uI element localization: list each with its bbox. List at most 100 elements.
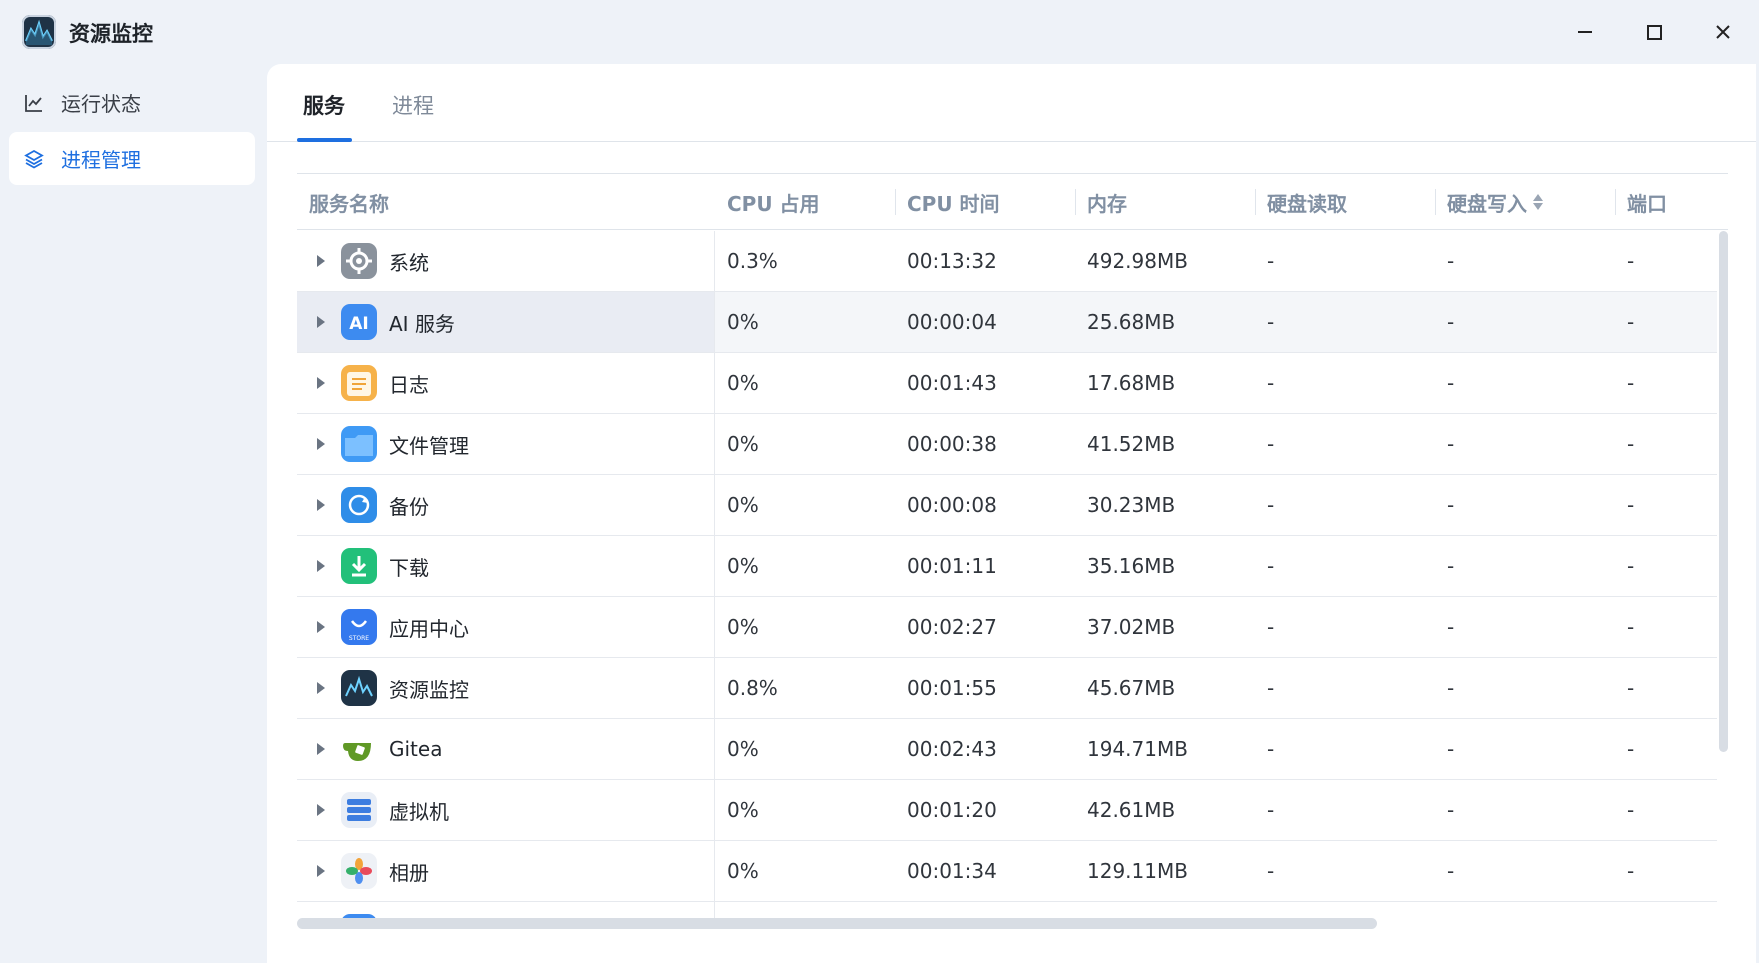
- cpu-time-cell: 00:01:55: [907, 676, 997, 700]
- expand-arrow-icon[interactable]: [317, 499, 325, 511]
- cpu-time-cell: 00:01:11: [907, 554, 997, 578]
- horizontal-scrollbar[interactable]: [297, 918, 1377, 929]
- disk-read-cell: -: [1267, 493, 1275, 517]
- service-name: 系统: [389, 250, 429, 275]
- cpu-time-cell: 00:02:27: [907, 615, 997, 639]
- service-name: Gitea: [389, 737, 443, 761]
- table-row[interactable]: Gitea 0% 00:02:43 194.71MB - - -: [297, 719, 1717, 780]
- expand-arrow-icon[interactable]: [317, 804, 325, 816]
- expand-arrow-icon[interactable]: [317, 316, 325, 328]
- column-separator: [1435, 189, 1436, 215]
- cpu-usage-cell: 0%: [727, 798, 759, 822]
- expand-arrow-icon[interactable]: [317, 743, 325, 755]
- memory-cell: 17.68MB: [1087, 371, 1176, 395]
- service-name-cell: [297, 902, 715, 918]
- column-header-cpu-usage[interactable]: CPU 占用: [715, 174, 895, 230]
- log-icon: [341, 365, 377, 401]
- table-header: 服务名称 CPU 占用 CPU 时间 内存 硬盘读取 硬盘写入 端口: [297, 174, 1728, 230]
- close-icon: [1716, 25, 1730, 39]
- column-header-disk-write[interactable]: 硬盘写入: [1435, 174, 1615, 230]
- main-panel: 服务 进程 服务名称 CPU 占用 CPU 时间 内存 硬盘读取 硬盘写入 端口…: [267, 64, 1756, 963]
- disk-read-cell: -: [1267, 737, 1275, 761]
- disk-write-cell: -: [1447, 371, 1455, 395]
- cpu-usage-cell: 0%: [727, 371, 759, 395]
- tab-bar: 服务 进程: [267, 64, 1756, 142]
- disk-read-cell: -: [1267, 371, 1275, 395]
- service-name-cell: 资源监控: [297, 658, 715, 718]
- tab-processes[interactable]: 进程: [392, 90, 434, 120]
- table-row[interactable]: 下载 0% 00:01:11 35.16MB - - -: [297, 536, 1717, 597]
- disk-write-cell: -: [1447, 798, 1455, 822]
- disk-read-cell: -: [1267, 798, 1275, 822]
- disk-write-cell: -: [1447, 554, 1455, 578]
- service-name-cell: 系统: [297, 231, 715, 291]
- resource-monitor-app-icon: [22, 15, 56, 49]
- sidebar-item-label: 进程管理: [61, 148, 141, 172]
- port-cell: -: [1627, 493, 1635, 517]
- expand-arrow-icon[interactable]: [317, 621, 325, 633]
- column-header-port[interactable]: 端口: [1615, 174, 1728, 230]
- service-name-cell: STORE 应用中心: [297, 597, 715, 657]
- column-header-disk-read[interactable]: 硬盘读取: [1255, 174, 1435, 230]
- expand-arrow-icon[interactable]: [317, 377, 325, 389]
- layers-icon: [23, 148, 45, 170]
- service-name: AI 服务: [389, 311, 455, 336]
- cpu-usage-cell: 0%: [727, 859, 759, 883]
- service-name-cell: Gitea: [297, 719, 715, 779]
- table-row[interactable]: 虚拟机 0% 00:01:20 42.61MB - - -: [297, 780, 1717, 841]
- service-name-cell: 下载: [297, 536, 715, 596]
- table-row[interactable]: 系统 0.3% 00:13:32 492.98MB - - -: [297, 231, 1717, 292]
- cpu-time-cell: 00:00:38: [907, 432, 997, 456]
- table-row[interactable]: 资源监控 0.8% 00:01:55 45.67MB - - -: [297, 658, 1717, 719]
- expand-arrow-icon[interactable]: [317, 255, 325, 267]
- sidebar-item-status[interactable]: 运行状态: [9, 76, 255, 129]
- cpu-time-cell: 00:01:34: [907, 859, 997, 883]
- expand-arrow-icon[interactable]: [317, 865, 325, 877]
- port-cell: -: [1627, 859, 1635, 883]
- cpu-time-cell: 00:00:08: [907, 493, 997, 517]
- table-row[interactable]: 备份 0% 00:00:08 30.23MB - - -: [297, 475, 1717, 536]
- service-name-cell: 文件管理: [297, 414, 715, 474]
- disk-read-cell: -: [1267, 432, 1275, 456]
- photos-icon: [341, 853, 377, 889]
- maximize-button[interactable]: [1632, 14, 1676, 50]
- table-row-partial[interactable]: [297, 902, 1717, 918]
- cpu-time-cell: 00:01:43: [907, 371, 997, 395]
- line-chart-icon: [23, 92, 45, 114]
- table-row[interactable]: 日志 0% 00:01:43 17.68MB - - -: [297, 353, 1717, 414]
- expand-arrow-icon[interactable]: [317, 682, 325, 694]
- cpu-usage-cell: 0%: [727, 737, 759, 761]
- sort-icon[interactable]: [1533, 194, 1543, 210]
- table-row[interactable]: 相册 0% 00:01:34 129.11MB - - -: [297, 841, 1717, 902]
- minimize-icon: [1578, 31, 1592, 33]
- tab-services[interactable]: 服务: [303, 90, 345, 120]
- sidebar-item-process-management[interactable]: 进程管理: [9, 132, 255, 185]
- disk-write-cell: -: [1447, 432, 1455, 456]
- cpu-time-cell: 00:02:43: [907, 737, 997, 761]
- memory-cell: 194.71MB: [1087, 737, 1188, 761]
- table-row[interactable]: AI AI 服务 0% 00:00:04 25.68MB - - -: [297, 292, 1717, 353]
- minimize-button[interactable]: [1563, 14, 1607, 50]
- port-cell: -: [1627, 249, 1635, 273]
- vertical-scrollbar[interactable]: [1719, 231, 1728, 752]
- sidebar-item-label: 运行状态: [61, 92, 141, 116]
- column-header-name[interactable]: 服务名称: [297, 174, 715, 230]
- expand-arrow-icon[interactable]: [317, 438, 325, 450]
- column-separator: [1255, 189, 1256, 215]
- column-header-memory[interactable]: 内存: [1075, 174, 1255, 230]
- port-cell: -: [1627, 737, 1635, 761]
- expand-arrow-icon[interactable]: [317, 560, 325, 572]
- cpu-usage-cell: 0%: [727, 432, 759, 456]
- disk-write-cell: -: [1447, 859, 1455, 883]
- column-header-cpu-time[interactable]: CPU 时间: [895, 174, 1075, 230]
- gear-icon: [341, 243, 377, 279]
- memory-cell: 37.02MB: [1087, 615, 1176, 639]
- close-button[interactable]: [1701, 14, 1745, 50]
- monitor-icon: [341, 670, 377, 706]
- table-row[interactable]: STORE 应用中心 0% 00:02:27 37.02MB - - -: [297, 597, 1717, 658]
- disk-read-cell: -: [1267, 676, 1275, 700]
- store-icon: STORE: [341, 609, 377, 645]
- svg-text:AI: AI: [349, 314, 368, 334]
- service-name: 虚拟机: [389, 799, 449, 824]
- table-row[interactable]: 文件管理 0% 00:00:38 41.52MB - - -: [297, 414, 1717, 475]
